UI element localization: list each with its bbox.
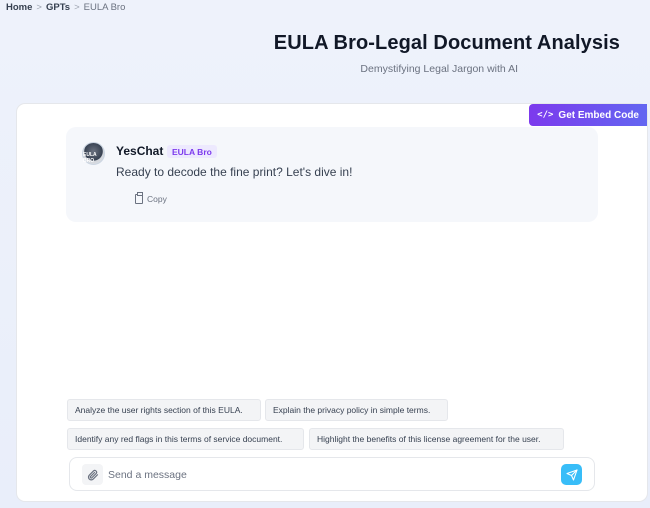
breadcrumb: Home > GPTs > EULA Bro xyxy=(6,2,125,13)
message-sender: YesChat xyxy=(116,144,164,158)
gpt-badge: EULA Bro xyxy=(167,145,217,158)
code-icon: </> xyxy=(537,110,554,120)
get-embed-code-label: Get Embed Code xyxy=(558,109,639,121)
suggestion-chip[interactable]: Highlight the benefits of this license a… xyxy=(309,428,564,450)
breadcrumb-separator: > xyxy=(36,2,42,13)
attach-button[interactable] xyxy=(82,464,103,485)
clipboard-icon xyxy=(135,192,143,204)
breadcrumb-separator: > xyxy=(74,2,80,13)
message-composer xyxy=(69,457,595,491)
suggestion-chip[interactable]: Explain the privacy policy in simple ter… xyxy=(265,399,448,421)
breadcrumb-gpts-link[interactable]: GPTs xyxy=(46,2,70,13)
send-icon xyxy=(565,468,578,481)
suggestion-chip[interactable]: Analyze the user rights section of this … xyxy=(67,399,261,421)
message-text: Ready to decode the fine print? Let's di… xyxy=(116,165,353,179)
page-subtitle: Demystifying Legal Jargon with AI xyxy=(360,63,518,75)
page-title: EULA Bro-Legal Document Analysis xyxy=(273,32,620,54)
page-header: EULA Bro-Legal Document Analysis Demysti… xyxy=(200,32,620,75)
avatar: EULA BRO xyxy=(82,142,105,165)
chat-message: EULA BRO YesChat EULA Bro Ready to decod… xyxy=(66,127,598,222)
breadcrumb-home-link[interactable]: Home xyxy=(6,2,32,13)
message-input[interactable] xyxy=(108,465,548,485)
send-button[interactable] xyxy=(561,464,582,485)
paperclip-icon xyxy=(87,469,98,480)
breadcrumb-current: EULA Bro xyxy=(83,2,126,13)
copy-label: Copy xyxy=(147,194,167,204)
get-embed-code-button[interactable]: </> Get Embed Code xyxy=(529,104,647,126)
suggestion-chip[interactable]: Identify any red flags in this terms of … xyxy=(67,428,304,450)
avatar-text: EULA BRO xyxy=(83,151,97,164)
copy-button[interactable]: Copy xyxy=(135,192,167,206)
